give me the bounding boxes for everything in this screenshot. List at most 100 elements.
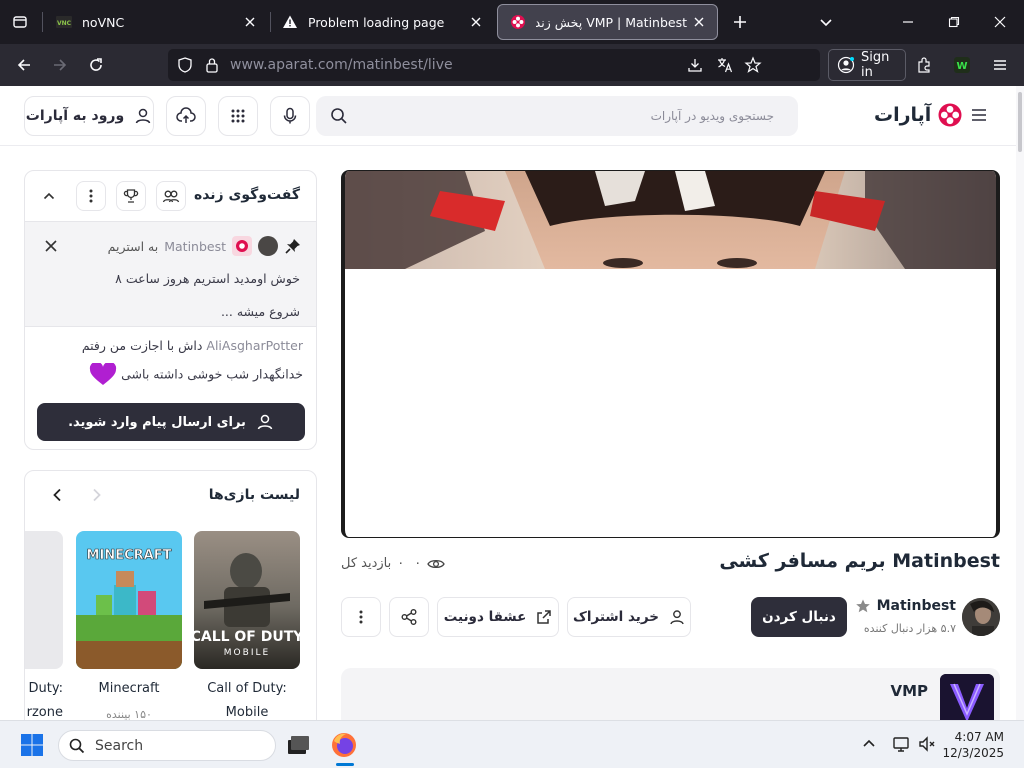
- chat-more-button[interactable]: [76, 181, 106, 211]
- translate-icon[interactable]: [716, 56, 734, 74]
- tracking-protection-icon[interactable]: [176, 56, 194, 74]
- sign-in-button[interactable]: Sign in: [828, 49, 906, 81]
- taskbar-search[interactable]: Search: [58, 730, 276, 761]
- games-prev-button[interactable]: [43, 483, 71, 507]
- sign-in-label: Sign in: [861, 50, 890, 80]
- upload-button[interactable]: [166, 96, 206, 136]
- browser-nav-bar: www.aparat.com/matinbest/live Sign in W: [0, 44, 1024, 86]
- svg-text:VNC: VNC: [57, 20, 72, 27]
- active-app-indicator: [336, 763, 354, 766]
- task-view-icon[interactable]: [286, 734, 310, 756]
- reload-icon[interactable]: [80, 49, 112, 81]
- clock-time: 4:07 AM: [954, 730, 1004, 744]
- game-name[interactable]: Duty:: [25, 677, 63, 701]
- svg-text:W: W: [956, 61, 967, 72]
- apps-grid-button[interactable]: [218, 96, 258, 136]
- games-list-panel: لیست بازی‌ها CALL OF DUTY MOBILE Call o: [24, 470, 317, 720]
- tab-title: VMP | Matinbest پخش زنده: [536, 14, 687, 30]
- view-stats: بازدید کل ۰ ۰: [341, 556, 445, 571]
- url-bar[interactable]: www.aparat.com/matinbest/live: [168, 49, 820, 81]
- share-button[interactable]: [389, 597, 429, 637]
- voice-search-button[interactable]: [270, 96, 310, 136]
- login-label: ورود به آپارات: [25, 108, 125, 124]
- lock-icon[interactable]: [204, 56, 220, 74]
- game-card-cod-mobile[interactable]: CALL OF DUTY MOBILE: [194, 531, 300, 669]
- more-options-button[interactable]: [341, 597, 381, 637]
- new-tab-icon[interactable]: [724, 6, 756, 38]
- tab-novnc[interactable]: VNC noVNC: [44, 4, 268, 40]
- search-box: [316, 96, 798, 136]
- search-input[interactable]: [360, 96, 786, 136]
- pinned-user[interactable]: Matinbest: [164, 239, 226, 254]
- chat-message-user[interactable]: AliAsgharPotter: [206, 338, 303, 353]
- eye-icon: [427, 557, 445, 571]
- donate-button[interactable]: عشقا دونیت: [437, 597, 559, 637]
- channel-name[interactable]: Matinbest: [877, 598, 956, 614]
- save-page-icon[interactable]: [686, 56, 704, 74]
- extensions-icon[interactable]: [908, 49, 940, 81]
- game-name[interactable]: rzone: [25, 701, 63, 720]
- pinned-message-header: Matinbest به استریم: [108, 236, 302, 256]
- pinned-message: Matinbest به استریم خوش اومدید استریم هر…: [25, 221, 316, 327]
- vmp-team-card[interactable]: VMP: [341, 668, 1000, 720]
- follow-button[interactable]: دنبال کردن: [751, 597, 847, 637]
- app-menu-icon[interactable]: [984, 49, 1016, 81]
- extension-w-icon[interactable]: W: [946, 49, 978, 81]
- tab-problem-loading[interactable]: Problem loading page: [270, 4, 494, 40]
- donate-label: عشقا دونیت: [443, 609, 527, 625]
- login-button[interactable]: ورود به آپارات: [24, 96, 154, 136]
- hamburger-menu-icon[interactable]: [970, 106, 988, 124]
- tab-title: noVNC: [82, 14, 125, 30]
- views-count: ۰: [397, 556, 405, 571]
- subscribe-button[interactable]: خرید اشتراک: [567, 597, 691, 637]
- firefox-taskbar-icon[interactable]: [330, 731, 358, 759]
- search-icon[interactable]: [330, 107, 348, 125]
- forward-icon[interactable]: [44, 49, 76, 81]
- upload-cloud-icon: [176, 107, 196, 125]
- tab-title: Problem loading page: [308, 14, 445, 30]
- collapse-chat-icon[interactable]: [43, 191, 55, 201]
- game-card-warzone[interactable]: [25, 531, 63, 669]
- bookmark-star-icon[interactable]: [744, 56, 762, 74]
- games-next-disabled[interactable]: [83, 483, 111, 507]
- chat-users-button[interactable]: [156, 181, 186, 211]
- close-tab-icon[interactable]: [464, 10, 488, 34]
- channel-avatar[interactable]: [962, 598, 1000, 636]
- minimize-icon[interactable]: [892, 6, 924, 38]
- microphone-icon: [282, 107, 298, 125]
- game-card-minecraft[interactable]: MINECRAFT: [76, 531, 182, 669]
- clock[interactable]: 4:07 AM 12/3/2025: [942, 729, 1004, 761]
- close-tab-icon[interactable]: [238, 10, 262, 34]
- game-name[interactable]: Mobile: [194, 701, 300, 720]
- chevron-up-icon[interactable]: [862, 738, 876, 748]
- aparat-badge-icon: [232, 236, 252, 256]
- user-icon: [669, 609, 685, 625]
- tab-list-icon[interactable]: [4, 6, 36, 38]
- game-poster-title: CALL OF DUTY: [194, 629, 300, 645]
- aparat-logo[interactable]: آپارات: [874, 102, 963, 128]
- restore-icon[interactable]: [938, 6, 970, 38]
- video-player[interactable]: [341, 170, 1000, 538]
- back-icon[interactable]: [8, 49, 40, 81]
- pinned-text-line: شروع میشه ...: [220, 304, 300, 319]
- account-icon: [837, 56, 855, 74]
- volume-muted-icon[interactable]: [918, 735, 936, 753]
- site-header: ورود به آپارات آپارات: [0, 86, 1016, 146]
- page-scrollbar[interactable]: [1016, 86, 1024, 720]
- close-icon[interactable]: [41, 236, 61, 256]
- chat-message-text: داش با اجازت من رفتم: [81, 338, 203, 353]
- windows-start-icon[interactable]: [20, 733, 44, 757]
- game-name[interactable]: Call of Duty:: [194, 677, 300, 701]
- list-all-tabs-icon[interactable]: [810, 6, 842, 38]
- close-tab-icon[interactable]: [687, 10, 711, 34]
- close-window-icon[interactable]: [984, 6, 1016, 38]
- avatar: [258, 236, 278, 256]
- brand-name: آپارات: [874, 104, 932, 126]
- game-name[interactable]: Minecraft: [76, 677, 182, 701]
- chat-login-button[interactable]: برای ارسال پیام وارد شوید.: [37, 403, 305, 441]
- user-icon: [256, 413, 274, 431]
- chat-trophy-button[interactable]: [116, 181, 146, 211]
- tab-aparat-live[interactable]: VMP | Matinbest پخش زنده: [497, 4, 718, 40]
- network-icon[interactable]: [892, 735, 910, 753]
- url-text[interactable]: www.aparat.com/matinbest/live: [230, 57, 453, 73]
